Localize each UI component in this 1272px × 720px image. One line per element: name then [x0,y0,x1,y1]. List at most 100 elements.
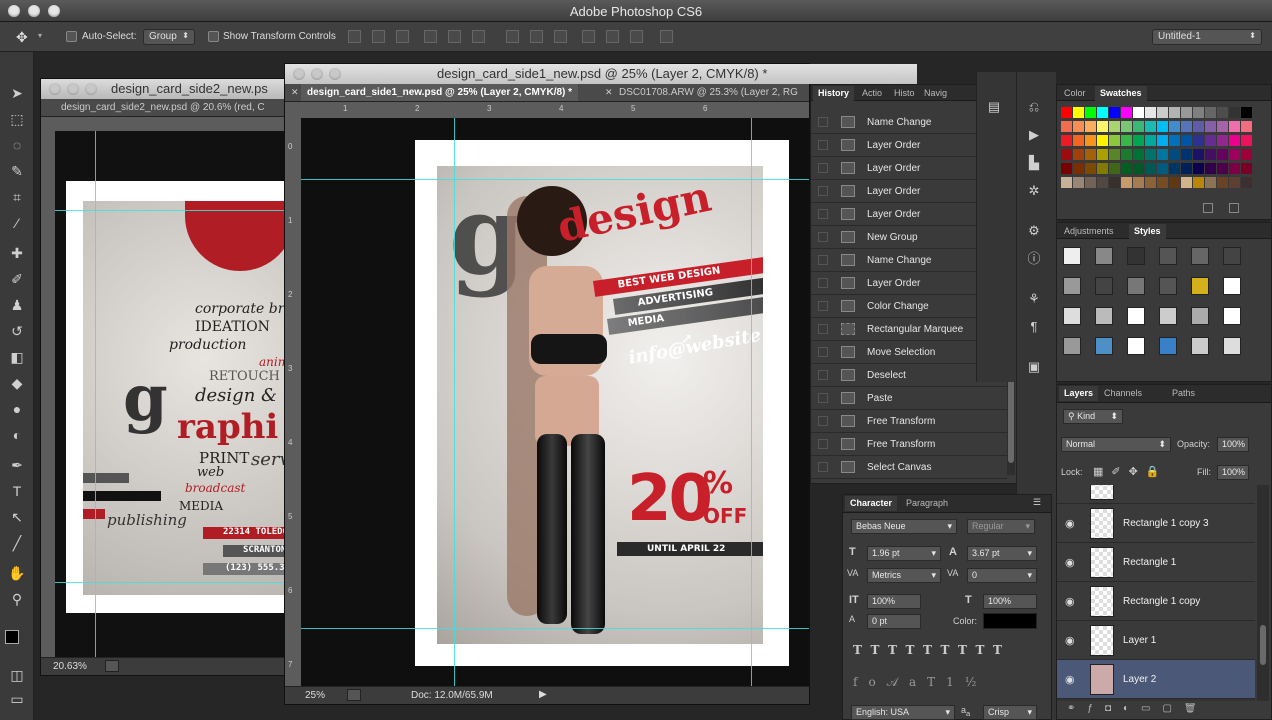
layer-row[interactable] [1057,485,1255,504]
history-dock-icon[interactable]: ⎌ [1023,96,1045,118]
layers-scrollbar[interactable] [1257,485,1269,701]
window-titlebar-side1[interactable]: design_card_side1_new.psd @ 25% (Layer 2… [285,64,917,84]
type-style-buttons[interactable]: TTTTTTTTT [853,643,1043,657]
style-preset[interactable] [1095,277,1113,295]
color-swatch[interactable] [1157,163,1168,174]
eye-icon[interactable]: ◉ [1065,556,1075,569]
play-arrow-icon[interactable]: ▶ [539,689,547,700]
snapshot-checkbox[interactable] [818,462,828,472]
align-right-icon[interactable] [472,30,485,43]
guide-horizontal[interactable] [301,179,809,180]
style-preset[interactable] [1223,337,1241,355]
close-tab-icon[interactable]: ✕ [605,87,613,98]
style-preset[interactable] [1127,277,1145,295]
color-swatch[interactable] [1181,107,1192,118]
color-swatch[interactable] [1217,135,1228,146]
color-swatch[interactable] [1073,121,1084,132]
tab-layers[interactable]: Layers [1059,386,1099,401]
layer-row[interactable]: ◉ Rectangle 1 copy [1057,582,1255,621]
blend-mode-dropdown[interactable]: Normal ⬍ [1061,437,1171,452]
color-swatch[interactable] [1205,107,1216,118]
color-swatch[interactable] [1229,121,1240,132]
path-select-tool-icon[interactable]: ↖ [6,506,28,528]
close-window-button[interactable] [293,68,305,80]
distribute-bottom-icon[interactable] [554,30,567,43]
color-swatch[interactable] [1193,121,1204,132]
styles-grid[interactable] [1063,247,1263,359]
snapshot-checkbox[interactable] [818,255,828,265]
color-swatch[interactable] [1205,121,1216,132]
color-swatch[interactable] [1241,163,1252,174]
color-swatch[interactable] [1085,177,1096,188]
info-dock-icon[interactable]: ⓘ [1023,248,1045,270]
tab-styles[interactable]: Styles [1129,224,1166,239]
color-swatch[interactable] [1109,149,1120,160]
color-swatch[interactable] [1073,107,1084,118]
style-preset[interactable] [1191,247,1209,265]
color-swatch[interactable] [1085,121,1096,132]
color-swatch[interactable] [1217,121,1228,132]
chevron-down-icon[interactable]: ▾ [38,31,42,40]
color-swatch[interactable] [1193,107,1204,118]
share-icon[interactable] [347,689,361,701]
zoom-window-button[interactable] [329,68,341,80]
font-size-field[interactable]: 1.96 pt ▾ [867,546,941,561]
snapshot-checkbox[interactable] [818,301,828,311]
tab-paths[interactable]: Paths [1167,386,1200,401]
guide-vertical[interactable] [751,118,752,686]
align-top-icon[interactable] [348,30,361,43]
stamp-tool-icon[interactable]: ♟ [6,294,28,316]
zoom-tool-icon[interactable]: ⚲ [6,588,28,610]
color-swatch[interactable] [1157,177,1168,188]
tab-color[interactable]: Color [1059,86,1091,101]
zoom-level[interactable]: 20.63% [53,661,87,672]
healing-tool-icon[interactable]: ✚ [6,242,28,264]
color-swatch[interactable] [1229,177,1240,188]
eyedropper-tool-icon[interactable]: ⁄ [6,212,28,234]
paint-bucket-tool-icon[interactable]: ◆ [6,372,28,394]
snapshot-checkbox[interactable] [818,347,828,357]
text-color-swatch[interactable] [983,613,1037,629]
color-swatch[interactable] [1181,149,1192,160]
tab-character[interactable]: Character [845,496,898,511]
document-window-side2[interactable]: design_card_side2_new.ps design_card_sid… [40,78,301,676]
horizontal-scale-field[interactable]: 100% [983,594,1037,609]
color-swatch[interactable] [1169,149,1180,160]
color-swatch[interactable] [1193,177,1204,188]
font-style-dropdown[interactable]: Regular ▾ [967,519,1035,534]
color-swatch[interactable] [1241,121,1252,132]
style-preset[interactable] [1063,307,1081,325]
style-preset[interactable] [1063,337,1081,355]
canvas-area[interactable]: g design BEST WEB DESIGN ADVERTISING MED… [301,118,809,686]
distribute-hcenter-icon[interactable] [606,30,619,43]
color-swatch[interactable] [1229,163,1240,174]
quick-mask-icon[interactable]: ◫ [6,664,28,686]
color-swatch[interactable] [1061,107,1072,118]
color-swatch[interactable] [1133,163,1144,174]
notes-icon[interactable]: ▤ [983,96,1005,118]
distribute-left-icon[interactable] [582,30,595,43]
guide-horizontal[interactable] [301,628,809,629]
style-preset[interactable] [1063,277,1081,295]
tab-channels[interactable]: Channels [1099,386,1147,401]
history-brush-tool-icon[interactable]: ↺ [6,320,28,342]
layer-filter-dropdown[interactable]: ⚲ Kind ⬍ [1063,409,1123,424]
auto-align-icon[interactable] [660,30,673,43]
distribute-right-icon[interactable] [630,30,643,43]
color-swatch[interactable] [1097,177,1108,188]
eye-icon[interactable]: ◉ [1065,634,1075,647]
color-swatch[interactable] [1145,163,1156,174]
lock-buttons[interactable]: ▦✐✥🔒 [1093,465,1168,478]
align-vcenter-icon[interactable] [372,30,385,43]
color-swatch[interactable] [1241,107,1252,118]
color-swatch[interactable] [1181,163,1192,174]
color-swatch[interactable] [1205,135,1216,146]
color-swatch[interactable] [1181,177,1192,188]
color-swatch[interactable] [1193,163,1204,174]
document-size[interactable]: Doc: 12.0M/65.9M [411,690,493,701]
color-swatch[interactable] [1097,135,1108,146]
style-preset[interactable] [1095,247,1113,265]
trash-icon[interactable] [1229,203,1239,213]
marquee-tool-icon[interactable]: ⬚ [6,108,28,130]
align-bottom-icon[interactable] [396,30,409,43]
